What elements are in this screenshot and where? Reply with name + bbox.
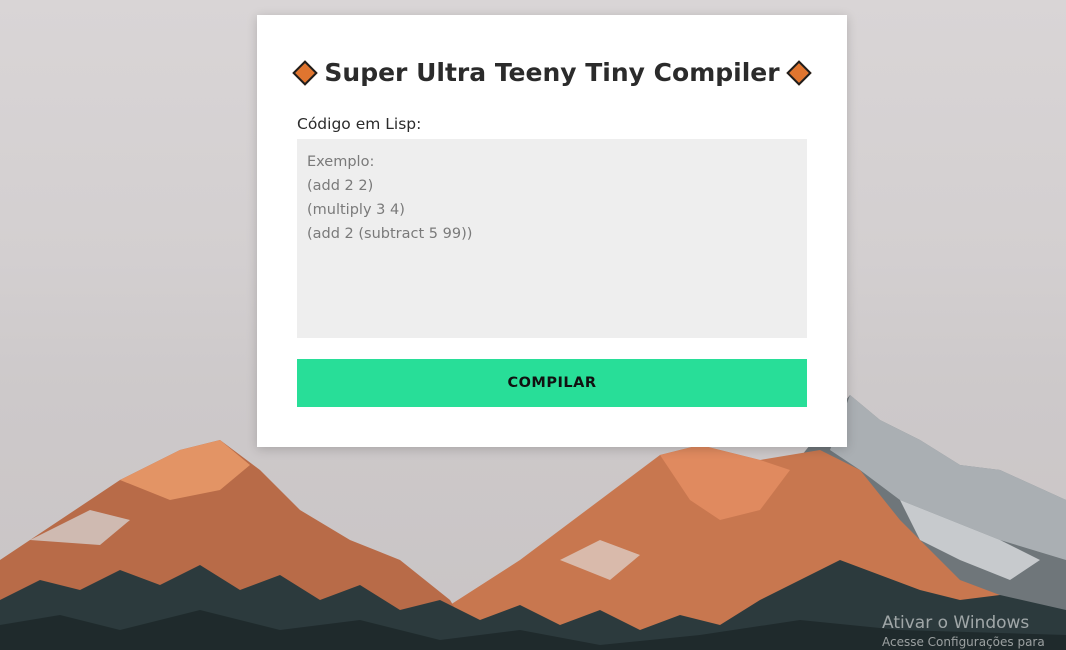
compiler-card: Super Ultra Teeny Tiny Compiler Código e… xyxy=(257,15,847,447)
app-title-text: Super Ultra Teeny Tiny Compiler xyxy=(324,58,780,87)
compile-button[interactable]: COMPILAR xyxy=(297,359,807,407)
lisp-code-label: Código em Lisp: xyxy=(297,115,422,133)
lisp-code-input[interactable] xyxy=(297,139,807,338)
orange-diamond-icon xyxy=(785,59,812,86)
page: Super Ultra Teeny Tiny Compiler Código e… xyxy=(0,0,1066,650)
page-title: Super Ultra Teeny Tiny Compiler xyxy=(257,58,847,87)
watermark-title: Ativar o Windows xyxy=(882,613,1030,633)
windows-activation-watermark: Ativar o Windows Acesse Configurações pa… xyxy=(882,612,1045,650)
orange-diamond-icon xyxy=(292,59,319,86)
watermark-subtitle: Acesse Configurações para xyxy=(882,635,1045,649)
